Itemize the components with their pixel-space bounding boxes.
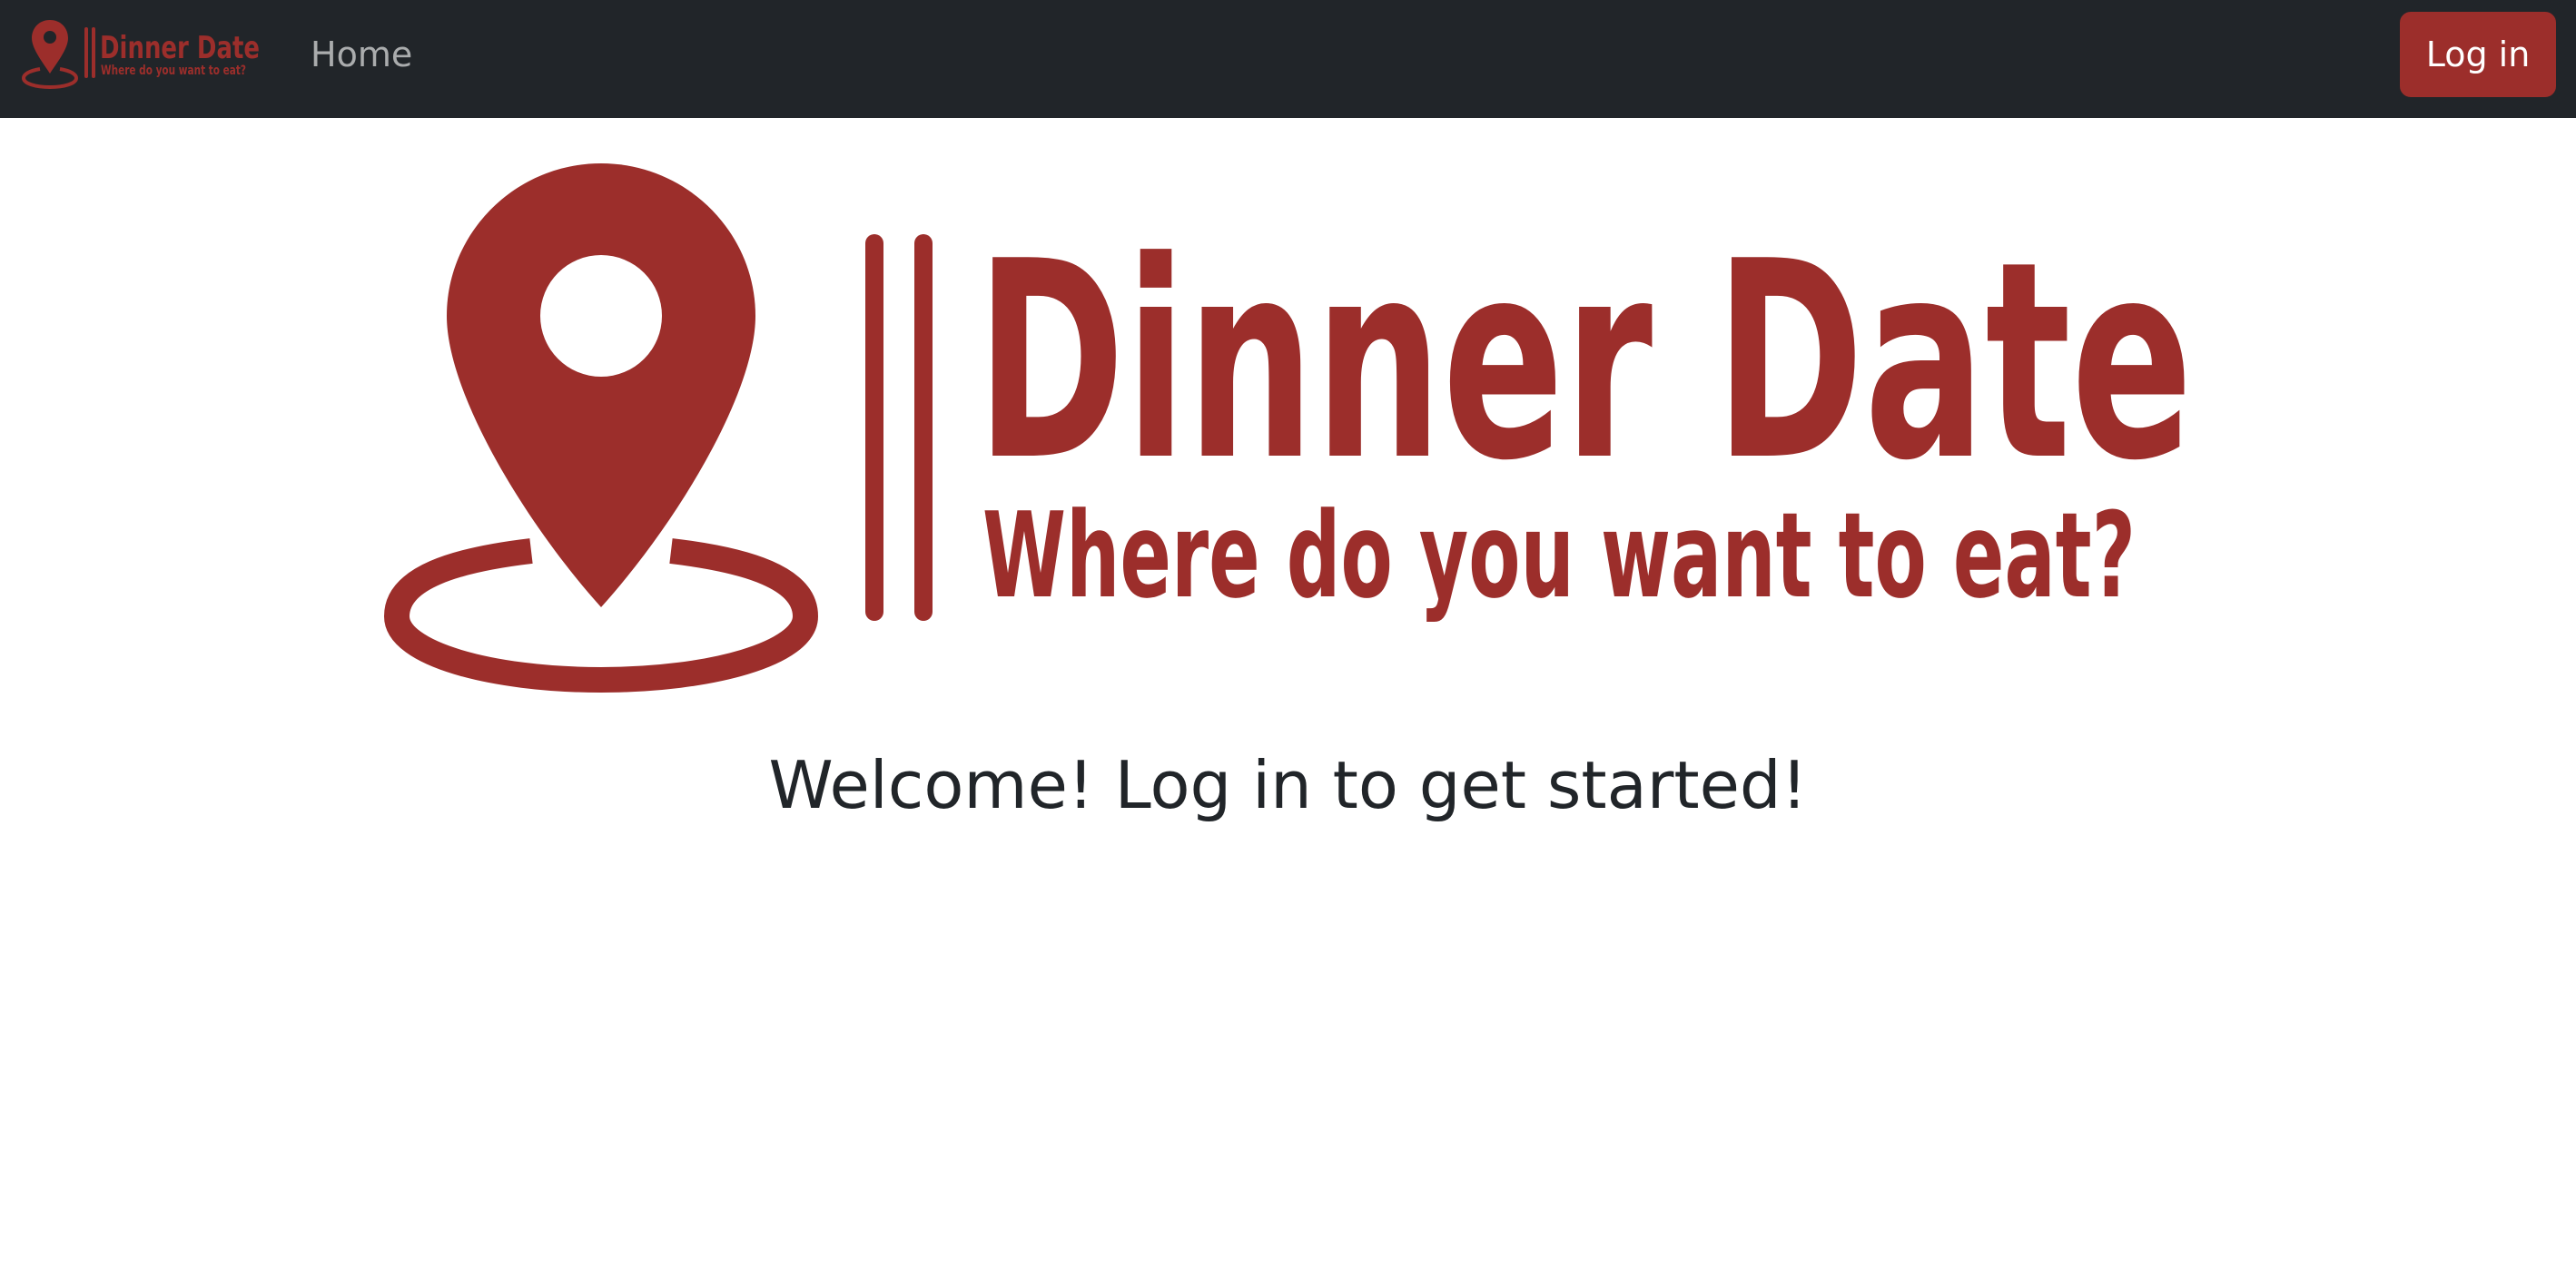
map-pin-icon [383, 163, 819, 693]
logo-title: Dinner Date [976, 203, 2193, 520]
logo-bars [84, 27, 95, 78]
brand-logo: Dinner Date Where do you want to eat? [22, 20, 260, 90]
brand-title: Dinner Date [100, 30, 260, 66]
logo-tagline: Where do you want to eat? [982, 487, 2136, 624]
brand-tagline: Where do you want to eat? [101, 64, 246, 78]
brand-logo-link[interactable]: Dinner Date Where do you want to eat? [22, 16, 263, 91]
hero-logo: Dinner Date Where do you want to eat? [383, 163, 2193, 693]
nav-home-link[interactable]: Home [311, 32, 412, 77]
welcome-heading: Welcome! Log in to get started! [768, 747, 1808, 823]
logo-bars [865, 234, 933, 621]
top-navbar: Dinner Date Where do you want to eat? Ho… [0, 0, 2576, 118]
login-button[interactable]: Log in [2400, 12, 2556, 97]
map-pin-icon [22, 20, 79, 90]
